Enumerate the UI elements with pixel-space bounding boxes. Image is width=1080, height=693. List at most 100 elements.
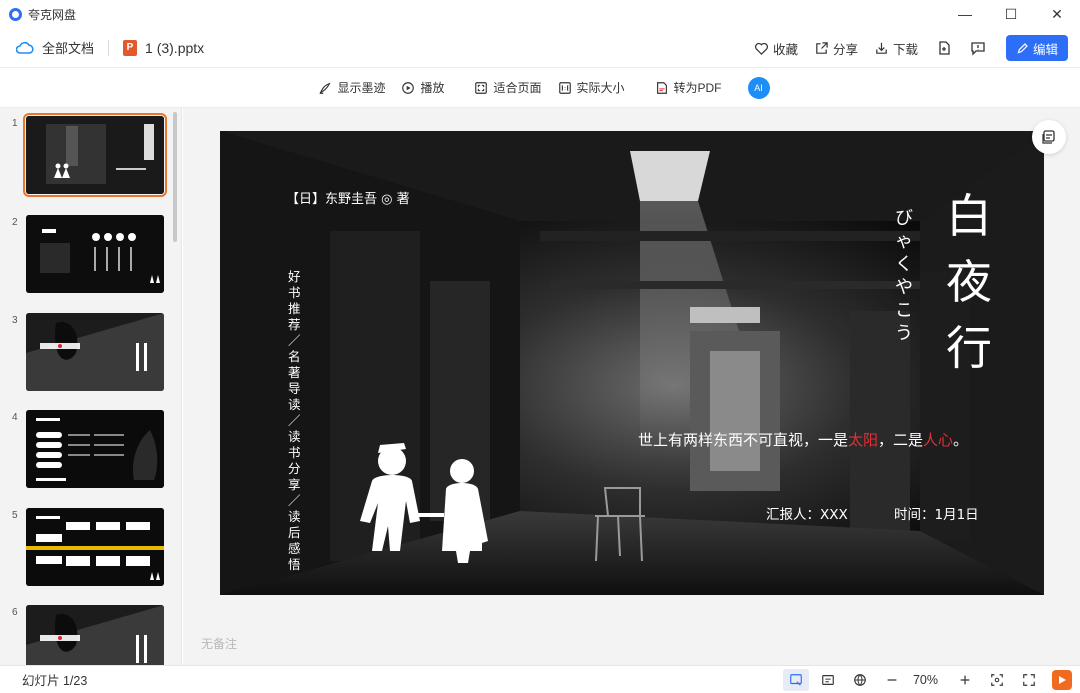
zoom-in-button[interactable]: [952, 669, 978, 691]
viewer-toolbar: 显示墨迹 播放 适合页面 实际大小 转为PDF AI: [0, 68, 1080, 108]
download-icon: [876, 42, 887, 54]
thumbnail-number: 5: [12, 510, 18, 521]
slide-thumbnail-1[interactable]: [23, 113, 167, 197]
thumbnail-row[interactable]: 5: [0, 508, 170, 588]
document-actions: 收藏 分享 下载 编辑: [738, 28, 1068, 68]
quote-highlight: 人心: [923, 431, 954, 449]
fit-page-button[interactable]: 适合页面: [474, 79, 542, 96]
slide-view-icon: [790, 674, 802, 686]
close-button[interactable]: ✕: [1034, 0, 1080, 28]
ai-assistant-button[interactable]: AI: [747, 76, 770, 99]
share-icon: [816, 41, 828, 54]
fit-window-icon: [991, 674, 1003, 686]
all-documents-link[interactable]: 全部文档: [42, 38, 94, 57]
quote-text: ，二是: [878, 431, 924, 449]
thumbnail-preview: [26, 313, 164, 391]
slide-thumbnail-2[interactable]: [26, 215, 164, 293]
favorite-label: 收藏: [772, 42, 798, 57]
play-label: 播放: [420, 81, 445, 95]
play-circle-icon: [402, 81, 415, 94]
thumbnail-preview: [26, 508, 164, 586]
quote-highlight: 太阳: [848, 431, 879, 449]
pptx-file-icon: P: [123, 39, 138, 56]
show-ink-button[interactable]: 显示墨迹: [318, 79, 385, 96]
download-label: 下载: [892, 42, 918, 57]
actual-size-label: 实际大小: [576, 81, 625, 95]
thumbnail-row[interactable]: 6: [0, 605, 170, 665]
favorite-button[interactable]: 收藏: [754, 39, 798, 58]
quote-text: 世上有两样东西不可直视，一是: [638, 431, 849, 449]
thumbnail-number: 4: [12, 412, 18, 423]
document-header: 全部文档 P 1 (3).pptx 收藏 分享 下载 编辑: [0, 28, 1080, 68]
play-button[interactable]: 播放: [401, 79, 444, 96]
thumbnail-row[interactable]: 4: [0, 410, 170, 490]
slide-quote: 世上有两样东西不可直视，一是太阳，二是人心。: [638, 429, 968, 450]
slide-title-kana: びゃくやこう: [895, 208, 913, 344]
pen-ink-icon: [319, 82, 331, 94]
app-title: 夸克网盘: [28, 7, 77, 22]
thumbnail-scrollbar[interactable]: [173, 112, 177, 242]
thumbnail-preview: [26, 215, 164, 293]
normal-view-button[interactable]: [782, 669, 809, 691]
zoom-level: 70%: [912, 673, 938, 687]
fit-page-icon: [475, 81, 488, 94]
file-name: 1 (3).pptx: [145, 39, 205, 56]
thumbnail-row[interactable]: 2: [0, 215, 170, 295]
fullscreen-button[interactable]: [1016, 669, 1042, 691]
share-button[interactable]: 分享: [814, 39, 858, 58]
export-icon[interactable]: [936, 40, 952, 56]
layers-icon: [1042, 130, 1055, 144]
fullscreen-icon: [1023, 674, 1035, 686]
slideshow-play-button[interactable]: [1052, 670, 1072, 690]
thumbnail-number: 6: [12, 607, 18, 618]
notes-view-button[interactable]: [815, 669, 841, 691]
edit-button[interactable]: 编辑: [1005, 35, 1068, 61]
cloud-icon[interactable]: [16, 41, 34, 55]
slide-title: 白夜行: [946, 189, 992, 375]
show-ink-label: 显示墨迹: [337, 81, 386, 95]
slide-thumbnail-3[interactable]: [26, 313, 164, 391]
fit-window-button[interactable]: [984, 669, 1010, 691]
slide-reporter: 汇报人：XXX: [766, 507, 848, 523]
maximize-button[interactable]: ☐: [988, 0, 1034, 28]
window-controls: — ☐ ✕: [942, 0, 1080, 28]
notes-icon: [822, 675, 834, 685]
web-view-button[interactable]: [847, 669, 873, 691]
download-button[interactable]: 下载: [874, 39, 918, 58]
view-controls: 70%: [777, 666, 1072, 693]
minimize-button[interactable]: —: [942, 0, 988, 28]
plus-icon: [960, 675, 970, 685]
slide-thumbnail-4[interactable]: [26, 410, 164, 488]
divider: [108, 39, 110, 56]
app-logo-icon: [9, 7, 22, 21]
fit-page-label: 适合页面: [493, 81, 542, 95]
zoom-out-button[interactable]: [879, 669, 905, 691]
convert-to-pdf-label: 转为PDF: [673, 81, 722, 95]
slide-canvas: 【日】东野圭吾 ◎ 著 好书推荐／名著导读／读书分享／读后感悟 白夜行 びゃくや…: [183, 108, 1080, 665]
slide-thumbnail-5[interactable]: [26, 508, 164, 586]
heart-icon: [754, 42, 768, 55]
thumbnail-row[interactable]: 3: [0, 313, 170, 393]
actual-size-icon: [558, 81, 571, 94]
quote-text: 。: [953, 431, 969, 449]
thumbnail-preview: [26, 605, 164, 665]
notes-placeholder[interactable]: 无备注: [201, 635, 237, 652]
current-slide: 【日】东野圭吾 ◎ 著 好书推荐／名著导读／读书分享／读后感悟 白夜行 びゃくや…: [220, 131, 1044, 595]
actual-size-button[interactable]: 实际大小: [558, 79, 625, 96]
float-panel-button[interactable]: [1032, 120, 1066, 154]
slide-thumbnail-6[interactable]: [26, 605, 164, 665]
thumbnail-number: 1: [12, 118, 18, 129]
slide-vertical-tagline: 好书推荐／名著导读／读书分享／读后感悟: [288, 269, 301, 572]
thumbnail-row[interactable]: 1: [0, 113, 170, 197]
pencil-icon: [1017, 42, 1028, 53]
slide-author: 【日】东野圭吾 ◎ 著: [286, 192, 410, 207]
pdf-icon: [656, 81, 667, 94]
convert-to-pdf-button[interactable]: 转为PDF: [655, 79, 722, 96]
globe-icon: [854, 674, 866, 686]
play-icon: [1059, 676, 1066, 684]
feedback-icon[interactable]: [970, 40, 986, 56]
title-bar: 夸克网盘 — ☐ ✕: [0, 0, 1080, 28]
thumbnail-preview: [26, 410, 164, 488]
slide-counter: 幻灯片 1/23: [22, 674, 88, 688]
minus-icon: [887, 679, 897, 681]
